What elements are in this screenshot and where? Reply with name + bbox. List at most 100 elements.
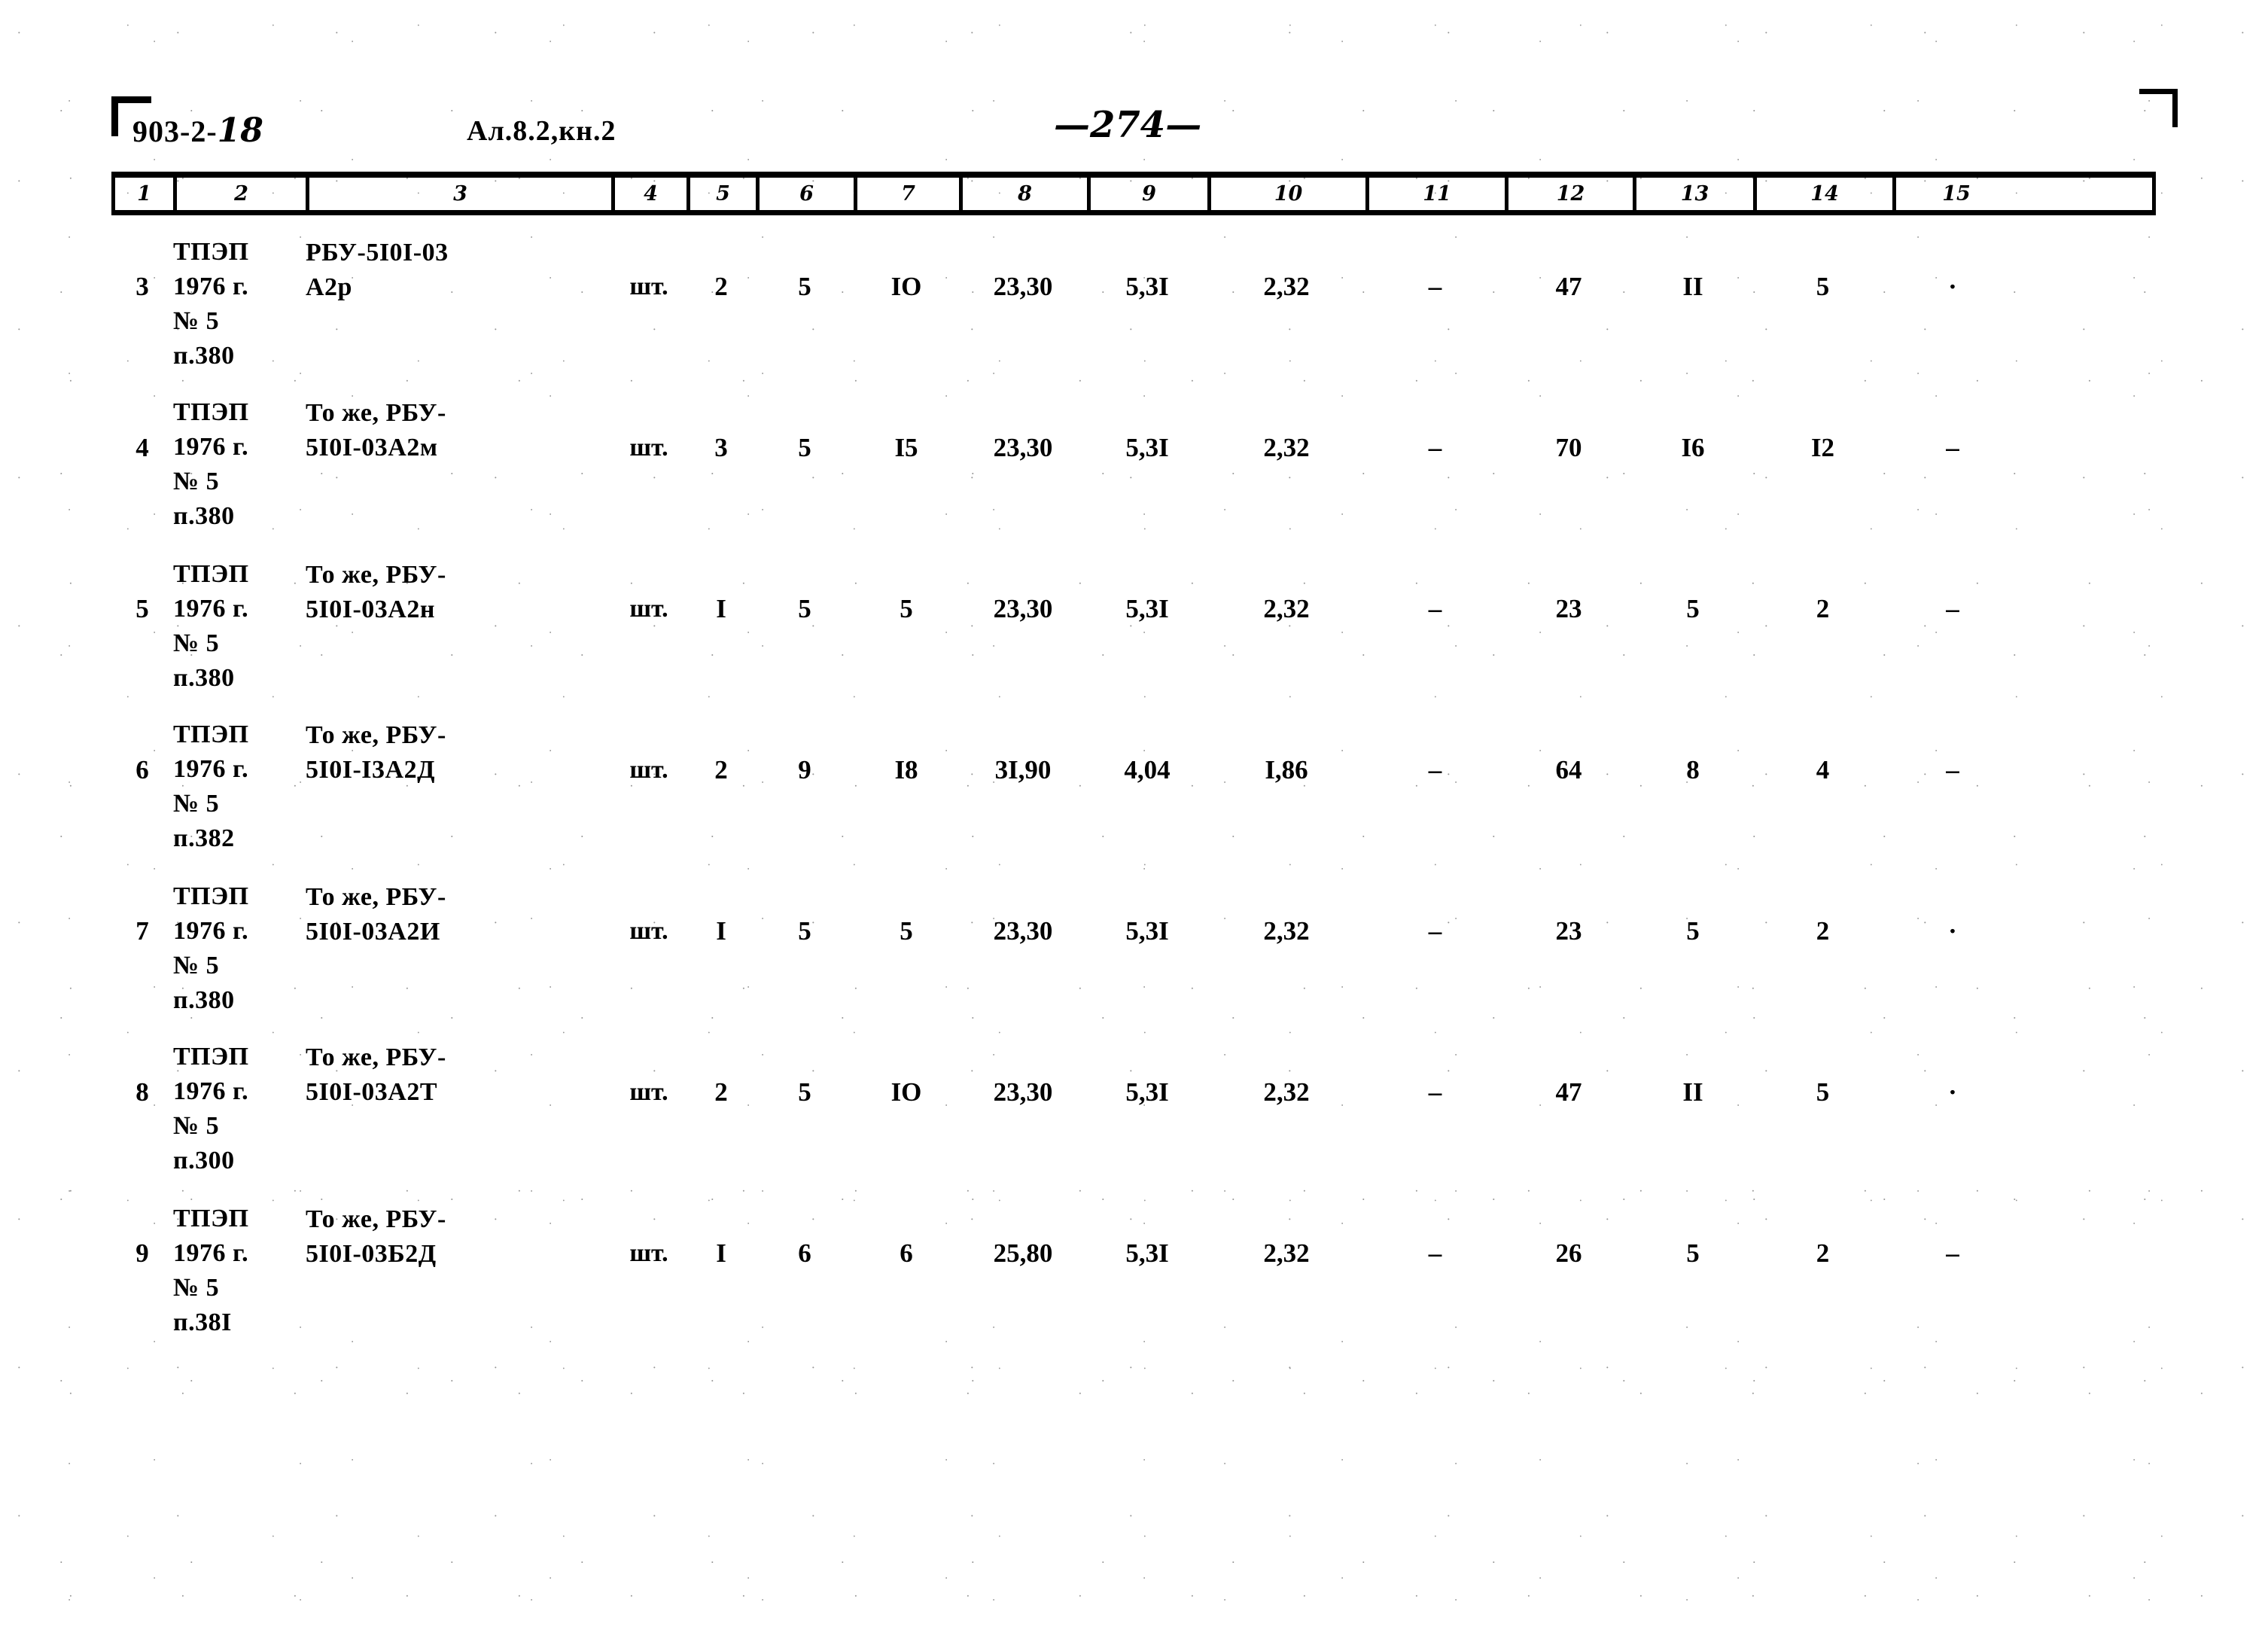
mass-unit-b: 2,32 [1263, 433, 1310, 462]
mass-total: 23,30 [993, 916, 1053, 946]
row-number: 3 [135, 272, 149, 301]
mass-total: 23,30 [993, 1077, 1053, 1107]
mass-total: 23,30 [993, 433, 1053, 462]
total-count: IO [890, 1077, 922, 1107]
col-11-value: – [1428, 1238, 1442, 1268]
mass-total: 3I,90 [994, 755, 1052, 784]
mass-unit-b: 2,32 [1263, 272, 1310, 301]
column-number-2: 2 [177, 178, 309, 210]
mass-unit-b: 2,32 [1263, 916, 1310, 946]
mass-unit-a: 5,3I [1125, 433, 1169, 462]
total-count: I8 [894, 755, 918, 784]
col-13-value: 5 [1686, 1238, 1700, 1268]
item-name: То же, РБУ- 5I0I-03А2Т [306, 1043, 446, 1106]
unit: шт. [629, 1239, 668, 1267]
col-14-value: 2 [1816, 1238, 1830, 1268]
col-14-value: 5 [1816, 1077, 1830, 1107]
col-11-value: – [1428, 755, 1442, 784]
scanned-document-page: 903-2-18 Ал.8.2,кн.2 —274— 1 2 3 4 5 6 7… [0, 0, 2268, 1645]
series-code-printed: 903-2- [132, 114, 218, 148]
col-11-value: – [1428, 1077, 1442, 1107]
mass-unit-b: 2,32 [1263, 1238, 1310, 1268]
col-12-value: 64 [1555, 755, 1582, 784]
item-name: То же, РБУ- 5I0I-03Б2Д [306, 1205, 446, 1268]
mass-total: 25,80 [993, 1238, 1053, 1268]
album-reference: Ал.8.2,кн.2 [467, 115, 616, 147]
total-count: 5 [900, 916, 913, 946]
column-number-15: 15 [1942, 182, 1971, 206]
col-13-value: 5 [1686, 916, 1700, 946]
column-number-8: 8 [963, 178, 1091, 210]
table-row: 6 ТПЭП 1976 г. № 5 п.382 То же, РБУ- 5I0I-… [111, 699, 2156, 860]
column-number-row: 1 2 3 4 5 6 7 8 9 10 11 12 13 14 15 [111, 172, 2156, 215]
col-13-value: I6 [1681, 433, 1705, 462]
unit: шт. [629, 917, 668, 945]
total-count: 5 [900, 594, 913, 623]
col-14-value: I2 [1810, 433, 1835, 462]
column-number-9: 9 [1091, 178, 1211, 210]
column-number-13: 13 [1636, 178, 1757, 210]
table-row: 5 ТПЭП 1976 г. № 5 п.380 То же, РБУ- 5I0I-… [111, 538, 2156, 699]
qty-per-unit: I [716, 916, 726, 946]
item-name: То же, РБУ- 5I0I-03А2м [306, 399, 446, 462]
table-row: 7 ТПЭП 1976 г. № 5 п.380 То же, РБУ- 5I0I-… [111, 860, 2156, 1021]
row-number: 5 [135, 594, 149, 623]
column-number-12: 12 [1508, 178, 1636, 210]
mass-total: 23,30 [993, 272, 1053, 301]
col-11-value: – [1428, 433, 1442, 462]
qty-per-unit: 2 [714, 1077, 728, 1107]
col-12-value: 23 [1555, 916, 1582, 946]
qty-per-unit: 2 [714, 272, 728, 301]
column-number-4: 4 [615, 178, 690, 210]
source-reference: ТПЭП 1976 г. № 5 п.380 [173, 882, 249, 1014]
table-row: 3 ТПЭП 1976 г. № 5 п.380 РБУ-5I0I-03 А2р шт… [111, 215, 2156, 376]
qty-per-unit: I [716, 594, 726, 623]
series-code-handwritten: 18 [217, 111, 263, 150]
qty-per-unit: I [716, 1238, 726, 1268]
source-reference: ТПЭП 1976 г. № 5 п.38I [173, 1205, 249, 1336]
col-12-value: 47 [1555, 1077, 1582, 1107]
table-row: 8 ТПЭП 1976 г. № 5 п.300 То же, РБУ- 5I0I-… [111, 1021, 2156, 1182]
col-12-value: 70 [1555, 433, 1582, 462]
mass-unit-a: 5,3I [1125, 594, 1169, 623]
col-13-value: II [1682, 1077, 1703, 1107]
qty-per-unit: 3 [714, 433, 728, 462]
unit: шт. [629, 595, 668, 623]
column-number-6: 6 [760, 178, 857, 210]
mass-unit-b: 2,32 [1263, 594, 1310, 623]
page-number: —274— [1054, 104, 1202, 146]
col-11-value: – [1428, 916, 1442, 946]
unit: шт. [629, 273, 668, 300]
col-13-value: 5 [1686, 594, 1700, 623]
source-reference: ТПЭП 1976 г. № 5 п.380 [173, 238, 249, 370]
table-row: 9 ТПЭП 1976 г. № 5 п.38I То же, РБУ- 5I0I-… [111, 1182, 2156, 1343]
col-14-value: 2 [1816, 594, 1830, 623]
unit-count: 5 [798, 1077, 811, 1107]
qty-per-unit: 2 [714, 755, 728, 784]
col-12-value: 47 [1555, 272, 1582, 301]
table-row: 4 ТПЭП 1976 г. № 5 п.380 То же, РБУ- 5I0I-… [111, 376, 2156, 538]
col-15-value: – [1946, 755, 1959, 784]
column-number-7: 7 [857, 178, 963, 210]
col-12-value: 26 [1555, 1238, 1582, 1268]
mass-unit-a: 5,3I [1125, 916, 1169, 946]
mass-unit-a: 5,3I [1125, 1238, 1169, 1268]
unit-count: 9 [798, 755, 811, 784]
row-number: 7 [135, 916, 149, 946]
unit-count: 5 [798, 433, 811, 462]
unit: шт. [629, 434, 668, 462]
col-11-value: – [1428, 272, 1442, 301]
unit-count: 5 [798, 594, 811, 623]
item-name: То же, РБУ- 5I0I-I3А2Д [306, 721, 446, 784]
source-reference: ТПЭП 1976 г. № 5 п.300 [173, 1043, 249, 1174]
column-number-10: 10 [1211, 178, 1369, 210]
mass-unit-a: 5,3I [1125, 1077, 1169, 1107]
item-name: РБУ-5I0I-03 А2р [306, 239, 449, 301]
column-number-5: 5 [690, 178, 760, 210]
corner-mark-top-right [2139, 89, 2178, 127]
total-count: I5 [894, 433, 918, 462]
col-13-value: 8 [1686, 755, 1700, 784]
col-11-value: – [1428, 594, 1442, 623]
total-count: 6 [900, 1238, 913, 1268]
source-reference: ТПЭП 1976 г. № 5 п.382 [173, 720, 249, 852]
